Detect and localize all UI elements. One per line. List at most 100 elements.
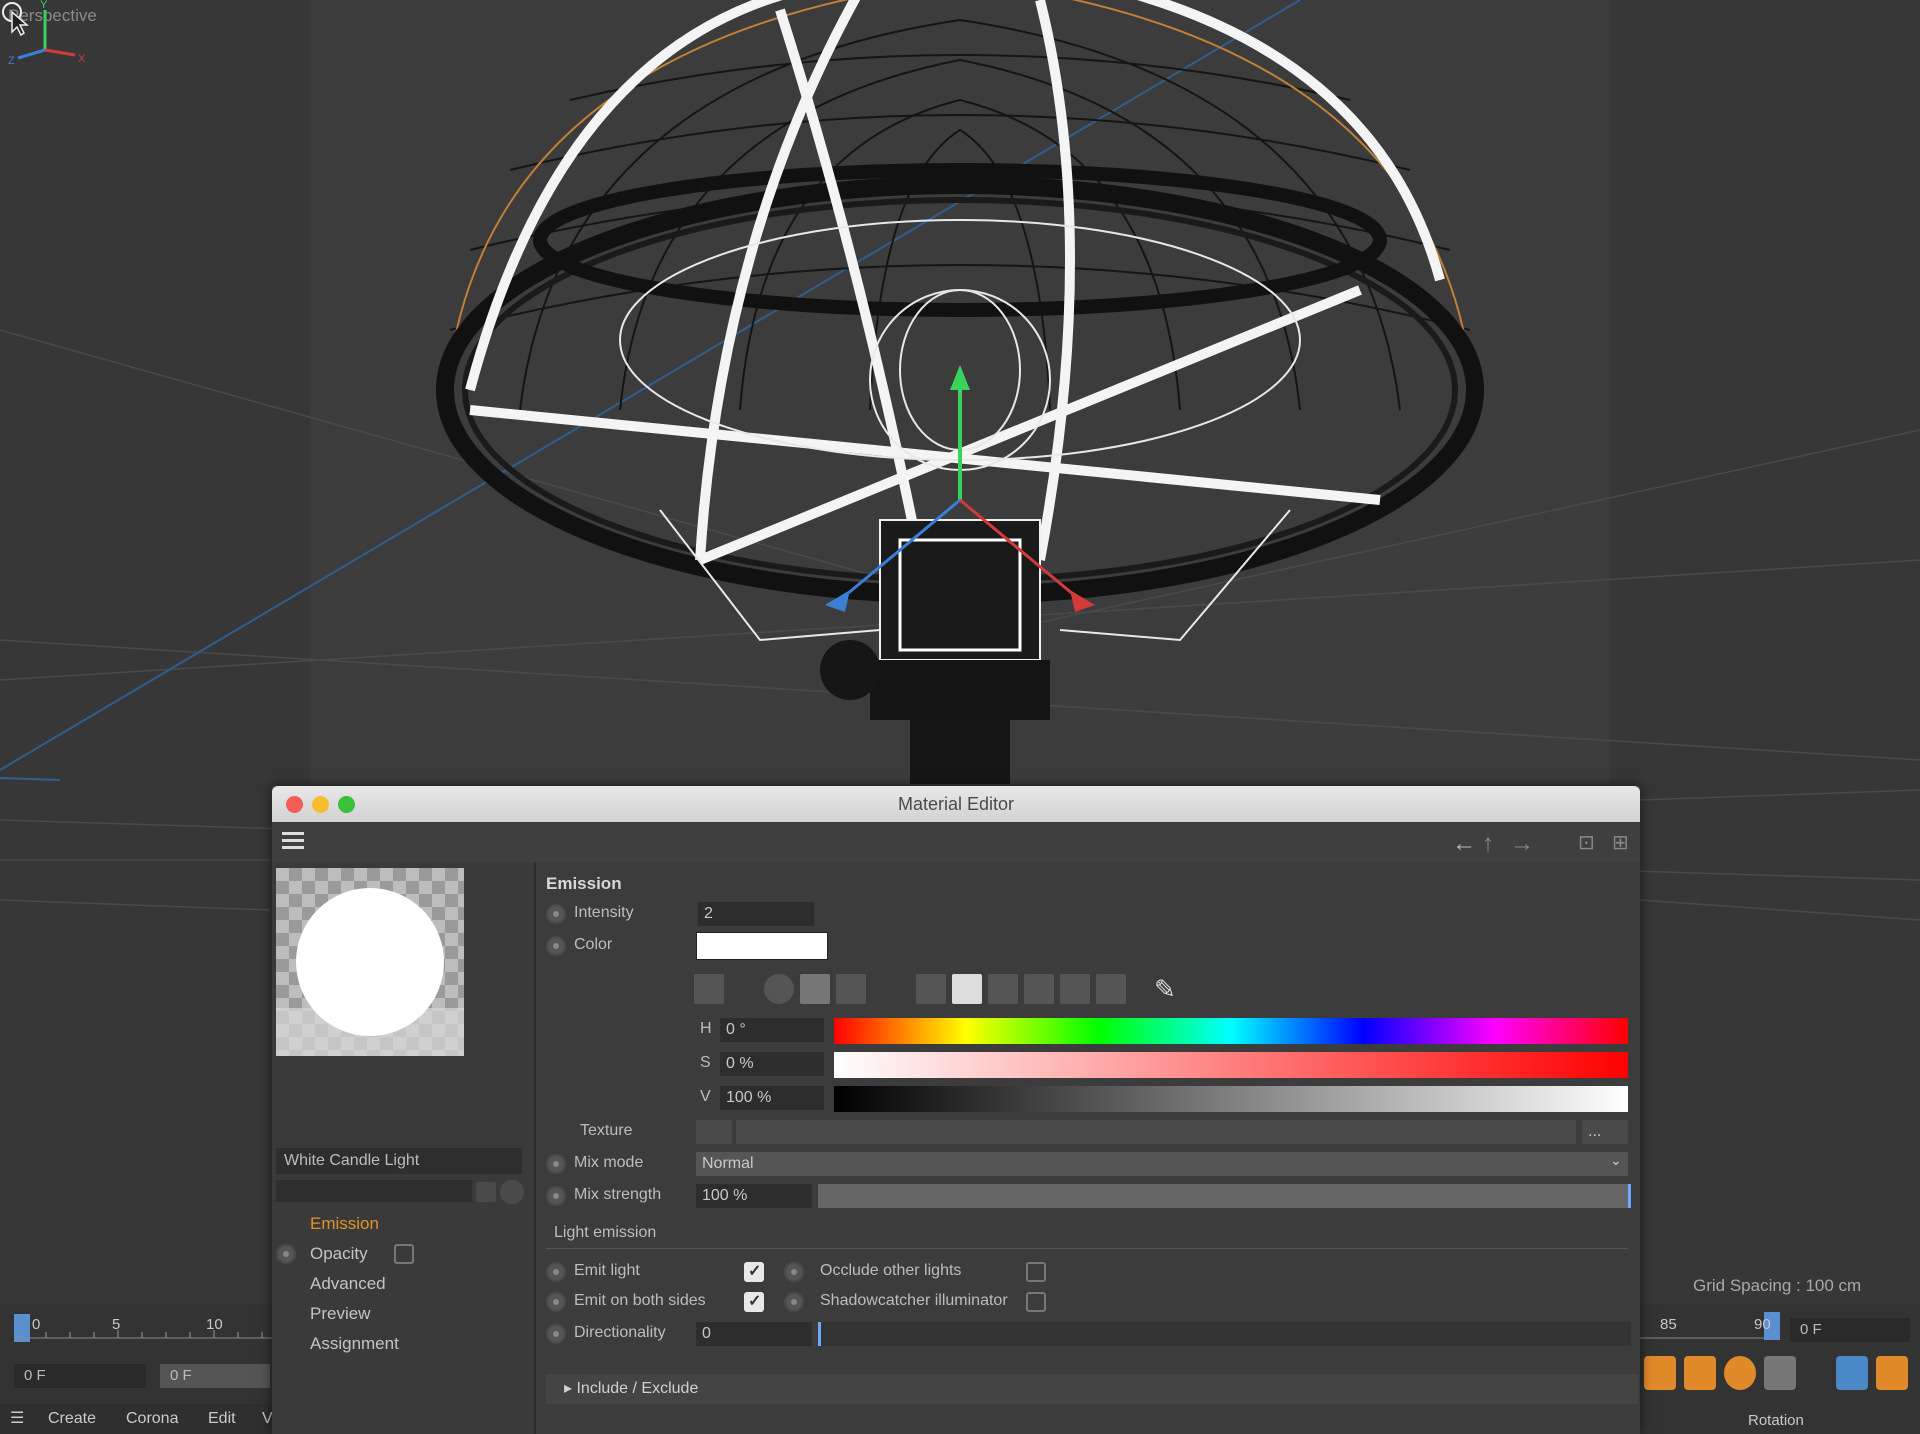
menu-item-create[interactable]: Create [48,1410,96,1428]
svg-text:Z: Z [8,55,15,67]
chevron-down-icon: ⌄ [1610,1152,1622,1168]
mix-mode-select[interactable]: Normal [696,1152,1628,1176]
section-title-emission: Emission [546,874,622,893]
mix-strength-label: Mix strength [574,1186,662,1203]
shadowcatcher-illuminator-checkbox[interactable] [1026,1292,1046,1312]
material-name-field[interactable]: White Candle Light [276,1148,522,1174]
frame-end-field[interactable]: 0 F [160,1364,270,1388]
material-subfield[interactable] [276,1180,472,1202]
saturation-label: S [700,1054,711,1071]
directionality-input[interactable]: 0 [696,1322,812,1346]
occlude-other-lights-checkbox[interactable] [1026,1262,1046,1282]
section-divider [546,1248,1628,1249]
frame-end-field-right[interactable]: 0 F [1790,1318,1910,1342]
autokey-button[interactable] [1684,1356,1716,1390]
intensity-animate-radio[interactable] [546,904,566,924]
section-title-light-emission: Light emission [554,1224,657,1241]
channel-assignment[interactable]: Assignment [310,1334,399,1354]
channel-opacity[interactable]: Opacity [310,1244,368,1264]
texture-dropdown[interactable] [696,1120,732,1144]
mix-strength-slider[interactable] [818,1184,1631,1208]
timeline-tick: 85 [1660,1316,1677,1333]
motion-tool-button[interactable] [1836,1356,1868,1390]
mix-mode-label: Mix mode [574,1154,644,1171]
window-title: Material Editor [897,794,1015,814]
value-input[interactable]: 100 % [720,1086,824,1110]
hsv-mode-icon[interactable] [952,974,982,1004]
shadowcatcher-illuminator-label: Shadowcatcher illuminator [820,1292,1008,1309]
world-axis-icon: Y X Z [8,0,86,67]
rotation-label: Rotation [1748,1412,1804,1429]
material-editor-window: Material Editor ← ↑ → ⊡ ⊞ White Candle L… [272,786,1640,1434]
saturation-input[interactable]: 0 % [720,1052,824,1076]
channel-emission[interactable]: Emission [310,1214,379,1234]
channel-advanced[interactable]: Advanced [310,1274,386,1294]
svg-text:Y: Y [40,0,48,11]
mixer-mode-icon[interactable] [1024,974,1054,1004]
emission-settings-panel: Emission Intensity 2 Color ✎ H 0 ° S 0 %… [536,862,1640,1434]
kelvin-mode-icon[interactable] [988,974,1018,1004]
color-swatch[interactable] [696,932,828,960]
film-tool-button[interactable] [1876,1356,1908,1390]
svg-text:X: X [78,53,86,65]
forward-arrow-icon[interactable]: → [1510,830,1534,858]
material-preview[interactable] [276,868,464,1056]
grid-spacing-readout: Grid Spacing : 100 cm [1693,1276,1862,1295]
occlude-animate-radio[interactable] [784,1262,804,1282]
position-key-button[interactable] [1724,1356,1756,1390]
mixstrength-animate-radio[interactable] [546,1186,566,1206]
emit-both-animate-radio[interactable] [546,1292,566,1312]
timeline-ruler[interactable] [0,1308,272,1348]
new-window-icon[interactable]: ⊞ [1612,830,1629,855]
opacity-enable-radio[interactable] [276,1244,296,1264]
opacity-checkbox[interactable] [394,1244,414,1264]
channel-preview[interactable]: Preview [310,1304,370,1324]
dropdown-small-button[interactable] [476,1182,496,1202]
lock-icon[interactable]: ⊡ [1578,830,1595,855]
mix-strength-input[interactable]: 100 % [696,1184,812,1208]
emit-light-label: Emit light [574,1262,640,1279]
color-animate-radio[interactable] [546,936,566,956]
frame-start-field[interactable]: 0 F [14,1364,146,1388]
directionality-slider[interactable] [818,1322,1631,1346]
emit-light-checkbox[interactable] [744,1261,764,1282]
color-wheel-icon[interactable] [764,974,794,1004]
value-label: V [700,1088,711,1105]
texture-browse-button[interactable]: ... [1582,1120,1628,1144]
material-left-panel: White Candle Light Emission Opacity Adva… [272,862,536,1434]
editor-toolbar: ← ↑ → ⊡ ⊞ [272,822,1640,862]
pick-target-icon[interactable] [500,1180,524,1204]
back-arrow-icon[interactable]: ← [1452,830,1476,858]
shadowcatcher-animate-radio[interactable] [784,1292,804,1312]
hamburger-menu-icon[interactable] [282,832,304,850]
color-mode-icon[interactable] [694,974,724,1004]
window-titlebar[interactable]: Material Editor [272,786,1640,822]
rgb-mode-icon[interactable] [916,974,946,1004]
menu-item-edit[interactable]: Edit [208,1410,236,1428]
mixmode-animate-radio[interactable] [546,1154,566,1174]
hue-slider[interactable] [834,1018,1628,1044]
menu-icon[interactable]: ☰ [10,1408,24,1428]
expand-arrow-icon: ▸ [564,1380,577,1397]
occlude-other-lights-label: Occlude other lights [820,1262,962,1279]
emit-both-sides-checkbox[interactable] [744,1291,764,1312]
eyedropper-icon[interactable]: ✎ [1154,974,1176,1005]
record-keyframe-button[interactable] [1644,1356,1676,1390]
hex-mode-icon[interactable] [1060,974,1090,1004]
hue-input[interactable]: 0 ° [720,1018,824,1042]
intensity-input[interactable]: 2 [698,902,814,926]
menu-item-corona[interactable]: Corona [126,1410,178,1428]
emit-light-animate-radio[interactable] [546,1262,566,1282]
main-menu-bar: ☰ Create Corona Edit V [0,1404,273,1434]
grid-key-button[interactable] [1764,1356,1796,1390]
up-arrow-icon[interactable]: ↑ [1482,830,1494,858]
include-exclude-section[interactable]: ▸ Include / Exclude [546,1374,1638,1404]
saturation-slider[interactable] [834,1052,1628,1078]
value-slider[interactable] [834,1086,1628,1112]
color-picture-icon[interactable] [836,974,866,1004]
directionality-animate-radio[interactable] [546,1324,566,1344]
texture-slot[interactable] [736,1120,1576,1144]
color-spectrum-icon[interactable] [800,974,830,1004]
swatches-mode-icon[interactable] [1096,974,1126,1004]
timeline-right[interactable]: 85 90 0 F Rotation [1640,1304,1920,1434]
